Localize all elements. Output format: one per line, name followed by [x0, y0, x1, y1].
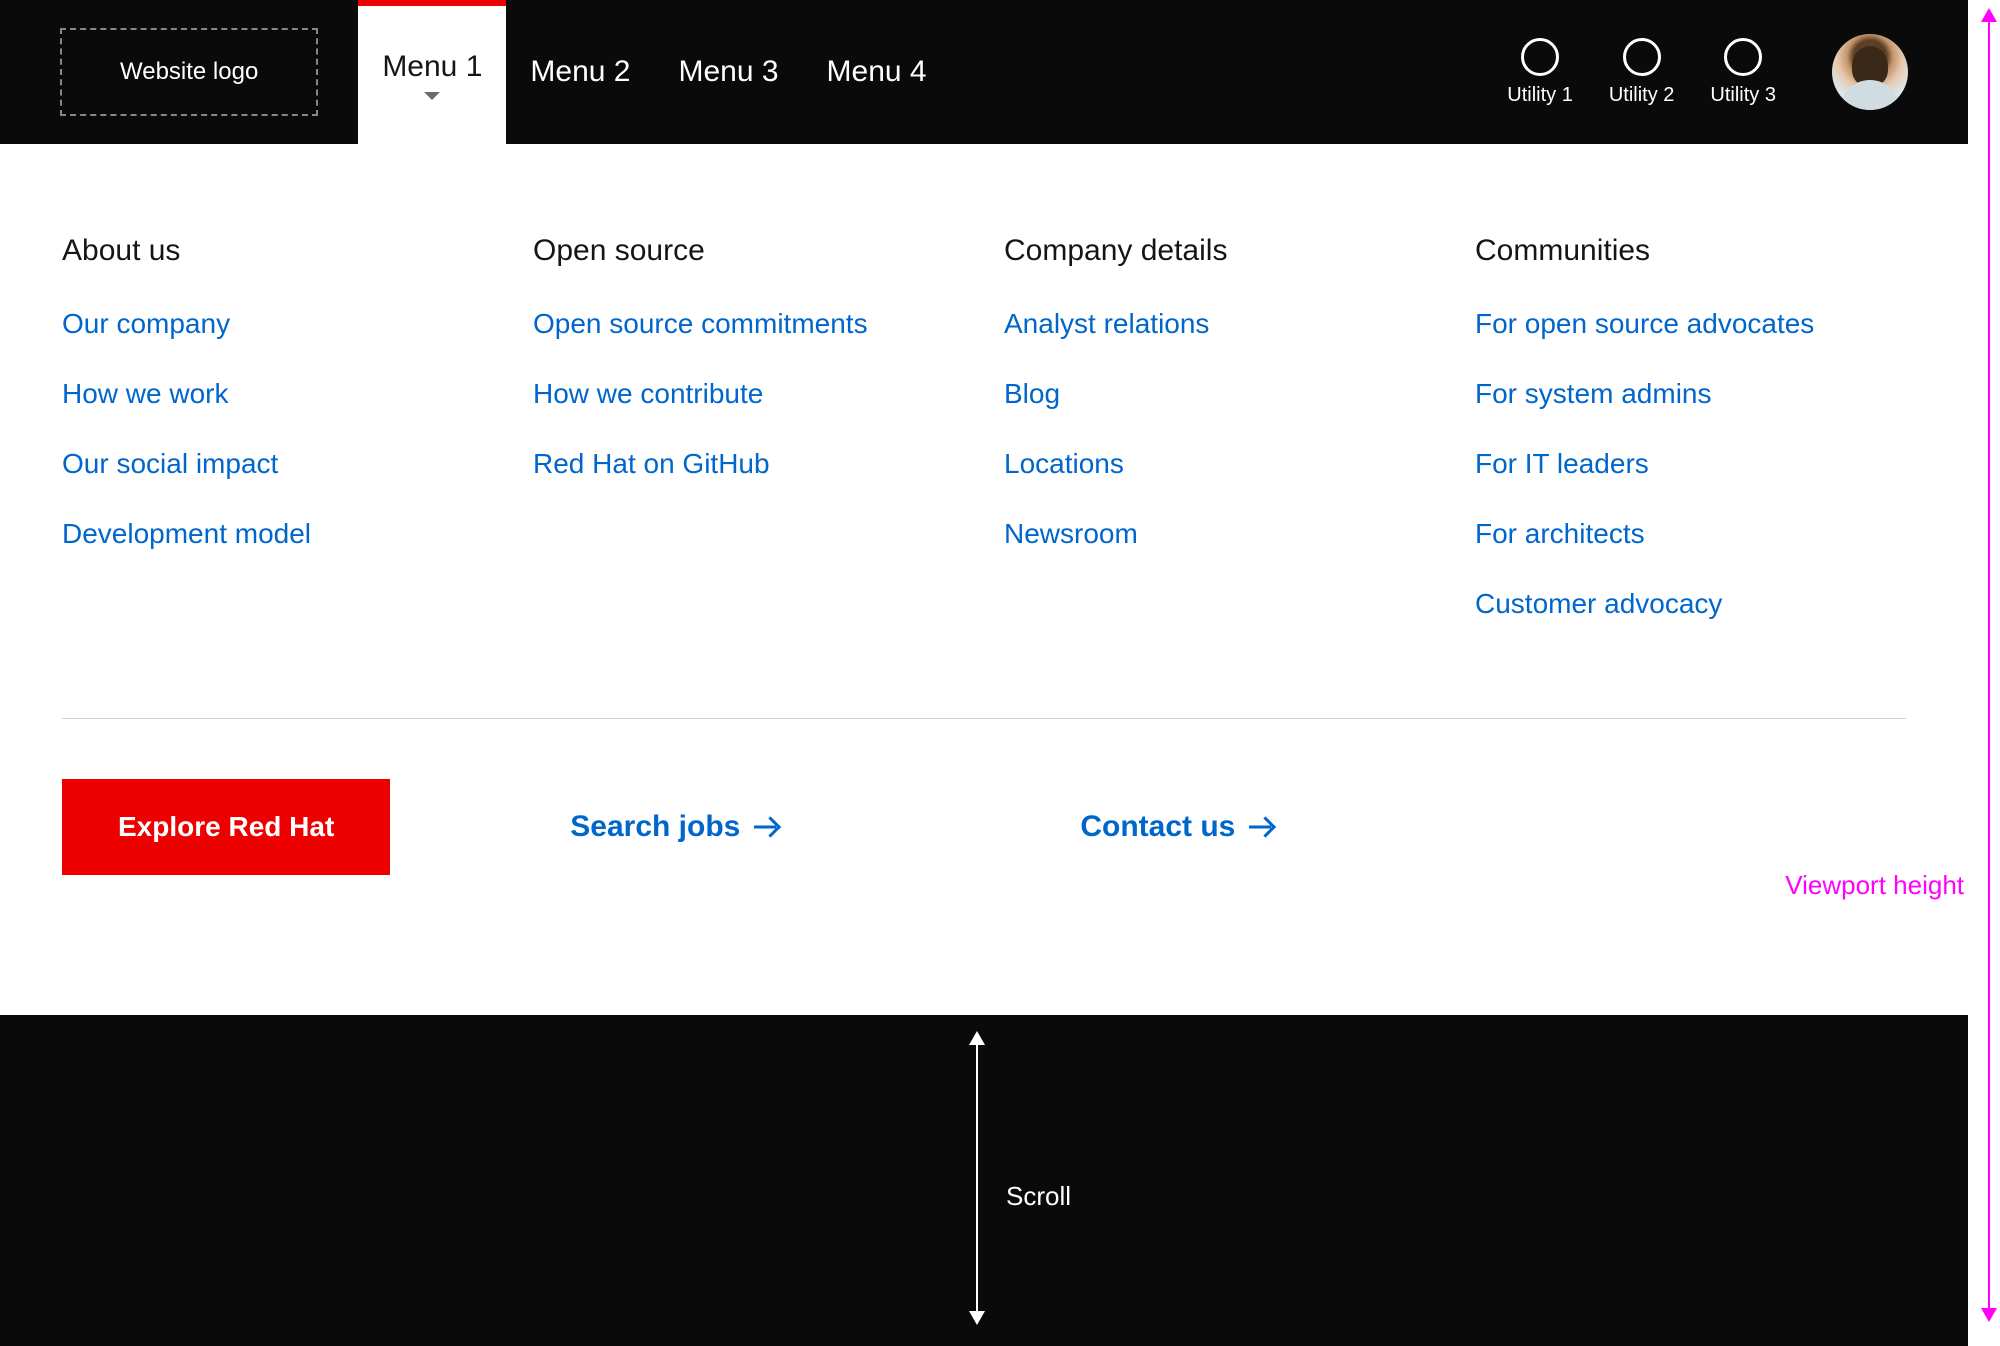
cta-link-label: Search jobs: [570, 810, 740, 844]
website-logo[interactable]: Website logo: [60, 28, 318, 116]
mega-menu-link[interactable]: For architects: [1475, 518, 1906, 550]
avatar[interactable]: [1832, 34, 1908, 110]
menu-label: Menu 1: [382, 50, 482, 84]
mega-menu-link[interactable]: For system admins: [1475, 378, 1906, 410]
column-heading: Communities: [1475, 234, 1906, 268]
utility-circle-icon: [1623, 38, 1661, 76]
utility-nav: Utility 1 Utility 2 Utility 3: [1507, 34, 1908, 110]
mega-menu-column-about-us: About us Our company How we work Our soc…: [62, 234, 493, 658]
search-jobs-link[interactable]: Search jobs: [570, 810, 780, 844]
cta-row: Explore Red Hat Search jobs Contact us: [62, 779, 1906, 875]
viewport-annotation: [1988, 10, 1990, 1320]
scroll-label: Scroll: [1006, 1181, 1071, 1212]
vertical-arrow-icon: [976, 1033, 978, 1323]
mega-menu-column-company-details: Company details Analyst relations Blog L…: [1004, 234, 1435, 658]
utility-item-1[interactable]: Utility 1: [1507, 38, 1573, 107]
menu-item-3[interactable]: Menu 3: [654, 0, 802, 144]
column-heading: About us: [62, 234, 493, 268]
mega-menu-link[interactable]: Our social impact: [62, 448, 493, 480]
mega-menu-link[interactable]: Newsroom: [1004, 518, 1435, 550]
mega-menu-link[interactable]: Customer advocacy: [1475, 588, 1906, 620]
cta-link-label: Contact us: [1080, 810, 1235, 844]
mega-menu-panel: About us Our company How we work Our soc…: [0, 144, 1968, 935]
column-heading: Open source: [533, 234, 964, 268]
mega-menu-link[interactable]: Our company: [62, 308, 493, 340]
scroll-annotation: Scroll: [976, 1033, 978, 1323]
mega-menu-column-open-source: Open source Open source commitments How …: [533, 234, 964, 658]
mega-menu-link[interactable]: Analyst relations: [1004, 308, 1435, 340]
mega-menu-link[interactable]: Open source commitments: [533, 308, 964, 340]
menu-label: Menu 3: [678, 55, 778, 89]
menu-item-1[interactable]: Menu 1: [358, 0, 506, 144]
mega-menu-link[interactable]: How we contribute: [533, 378, 964, 410]
mega-menu-link[interactable]: Locations: [1004, 448, 1435, 480]
utility-item-3[interactable]: Utility 3: [1710, 38, 1776, 107]
primary-nav: Menu 1 Menu 2 Menu 3 Menu 4: [358, 0, 950, 144]
column-heading: Company details: [1004, 234, 1435, 268]
menu-item-4[interactable]: Menu 4: [803, 0, 951, 144]
mega-menu-columns: About us Our company How we work Our soc…: [62, 234, 1906, 658]
mega-menu-link[interactable]: How we work: [62, 378, 493, 410]
arrow-right-icon: [754, 814, 780, 840]
utility-label: Utility 3: [1710, 84, 1776, 107]
explore-button[interactable]: Explore Red Hat: [62, 779, 390, 875]
utility-item-2[interactable]: Utility 2: [1609, 38, 1675, 107]
menu-label: Menu 4: [827, 55, 927, 89]
site-header: Website logo Menu 1 Menu 2 Menu 3 Menu 4…: [0, 0, 1968, 144]
vertical-arrow-icon: [1988, 10, 1990, 1320]
arrow-right-icon: [1249, 814, 1275, 840]
chevron-down-icon: [424, 92, 440, 100]
divider: [62, 718, 1906, 719]
contact-us-link[interactable]: Contact us: [1080, 810, 1275, 844]
mega-menu-column-communities: Communities For open source advocates Fo…: [1475, 234, 1906, 658]
mega-menu-link[interactable]: Development model: [62, 518, 493, 550]
menu-label: Menu 2: [530, 55, 630, 89]
mega-menu-link[interactable]: For open source advocates: [1475, 308, 1906, 340]
utility-label: Utility 1: [1507, 84, 1573, 107]
utility-label: Utility 2: [1609, 84, 1675, 107]
mega-menu-link[interactable]: Blog: [1004, 378, 1435, 410]
utility-circle-icon: [1724, 38, 1762, 76]
mega-menu-link[interactable]: For IT leaders: [1475, 448, 1906, 480]
page-below-fold: Scroll: [0, 1015, 1968, 1346]
menu-item-2[interactable]: Menu 2: [506, 0, 654, 144]
viewport-label: Viewport height: [1785, 870, 1964, 901]
mega-menu-link[interactable]: Red Hat on GitHub: [533, 448, 964, 480]
utility-circle-icon: [1521, 38, 1559, 76]
